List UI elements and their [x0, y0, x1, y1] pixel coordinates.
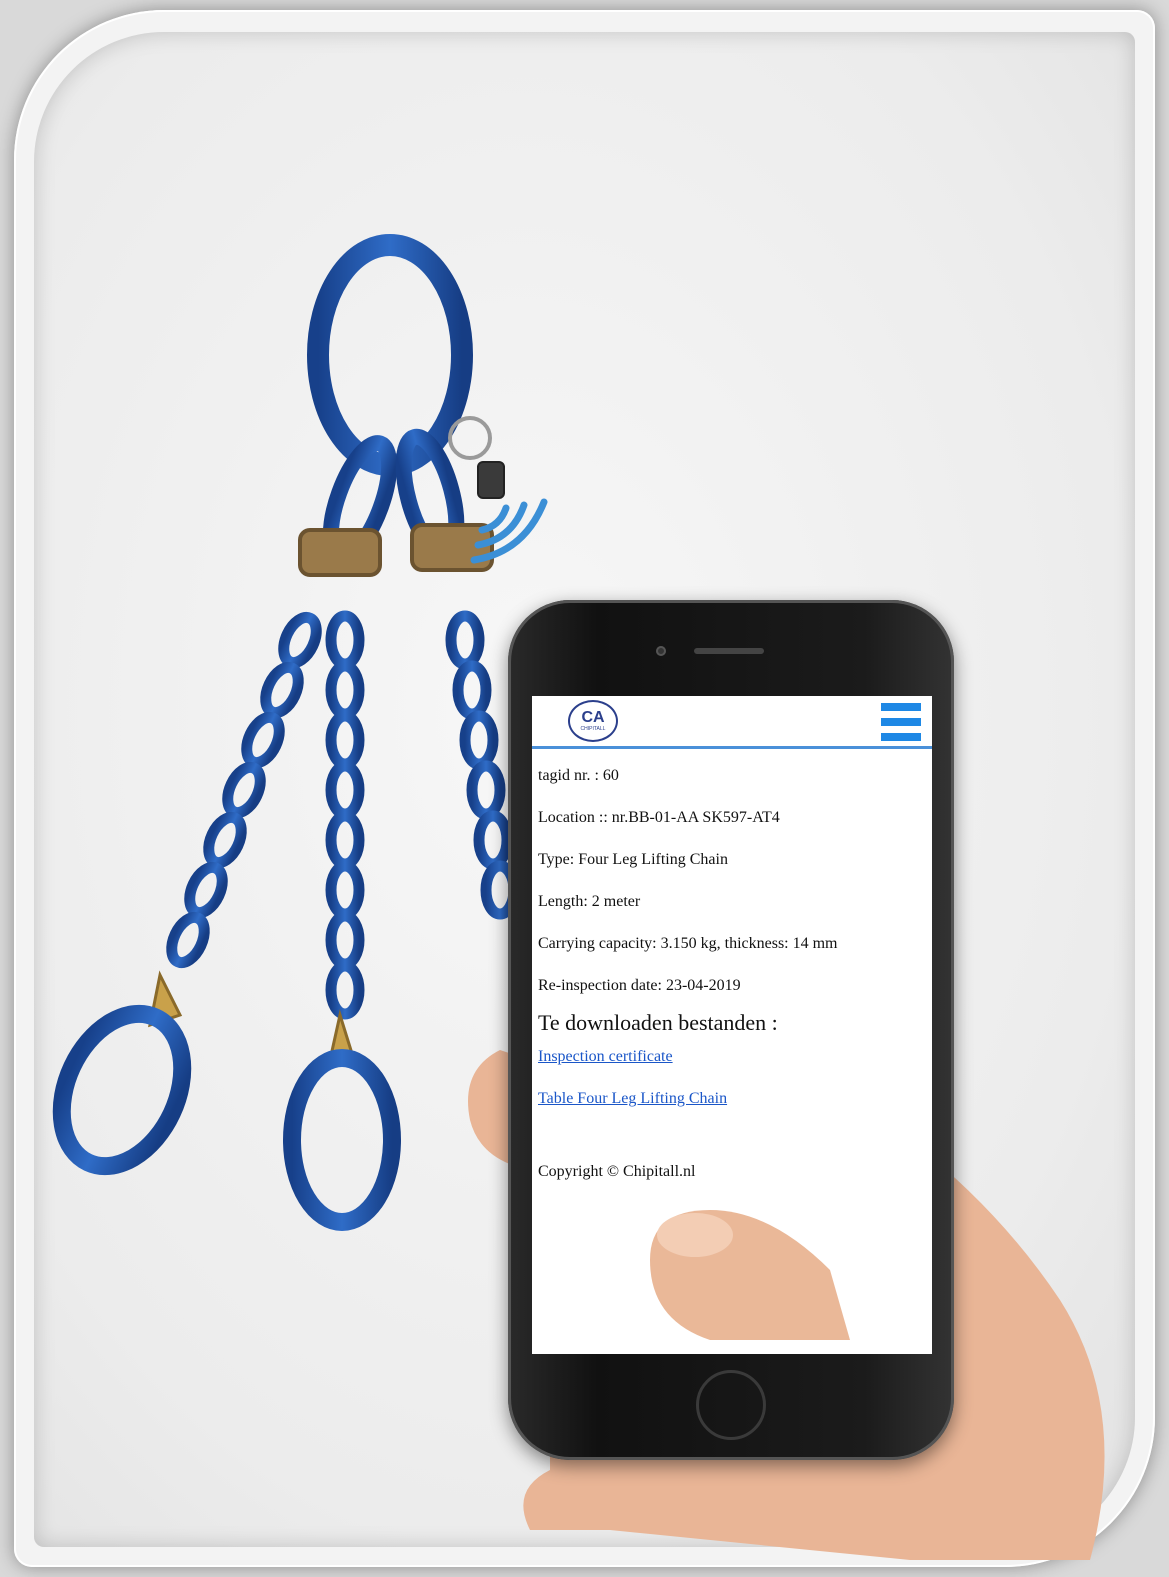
home-button[interactable]	[696, 1370, 766, 1440]
reinspection-date: Re-inspection date: 23-04-2019	[538, 977, 741, 994]
inspection-certificate-link[interactable]: Inspection certificate	[538, 1048, 673, 1066]
logo-text: CHIPITALL	[580, 726, 606, 732]
app-header: CA CHIPITALL	[532, 696, 932, 749]
location: Location :: nr.BB-01-AA SK597-AT4	[538, 809, 780, 826]
coupler-left	[298, 528, 382, 577]
table-lifting-chain-link[interactable]: Table Four Leg Lifting Chain	[538, 1090, 727, 1108]
tag-id: tagid nr. : 60	[538, 767, 619, 784]
nfc-tag	[477, 461, 505, 499]
chipitall-logo-icon[interactable]: CA CHIPITALL	[568, 700, 618, 742]
chain-type: Type: Four Leg Lifting Chain	[538, 851, 728, 868]
front-camera	[656, 646, 666, 656]
chain-leg-3	[445, 610, 520, 920]
chain-leg-2	[325, 610, 365, 1020]
end-link-center	[283, 1049, 401, 1231]
downloads-heading: Te downloaden bestanden :	[538, 1010, 778, 1035]
chain-length: Length: 2 meter	[538, 893, 641, 910]
thumb-illustration	[650, 1210, 850, 1340]
earpiece-speaker	[694, 648, 764, 654]
hamburger-menu-icon[interactable]	[881, 703, 921, 741]
carrying-capacity: Carrying capacity: 3.150 kg, thickness: …	[538, 935, 838, 952]
end-link-left	[52, 1004, 192, 1176]
master-link	[307, 234, 473, 476]
copyright: Copyright © Chipitall.nl	[538, 1163, 696, 1180]
logo-mark: CA	[581, 709, 605, 726]
chain-leg-1	[166, 611, 322, 969]
nfc-tag-ring	[448, 416, 492, 460]
